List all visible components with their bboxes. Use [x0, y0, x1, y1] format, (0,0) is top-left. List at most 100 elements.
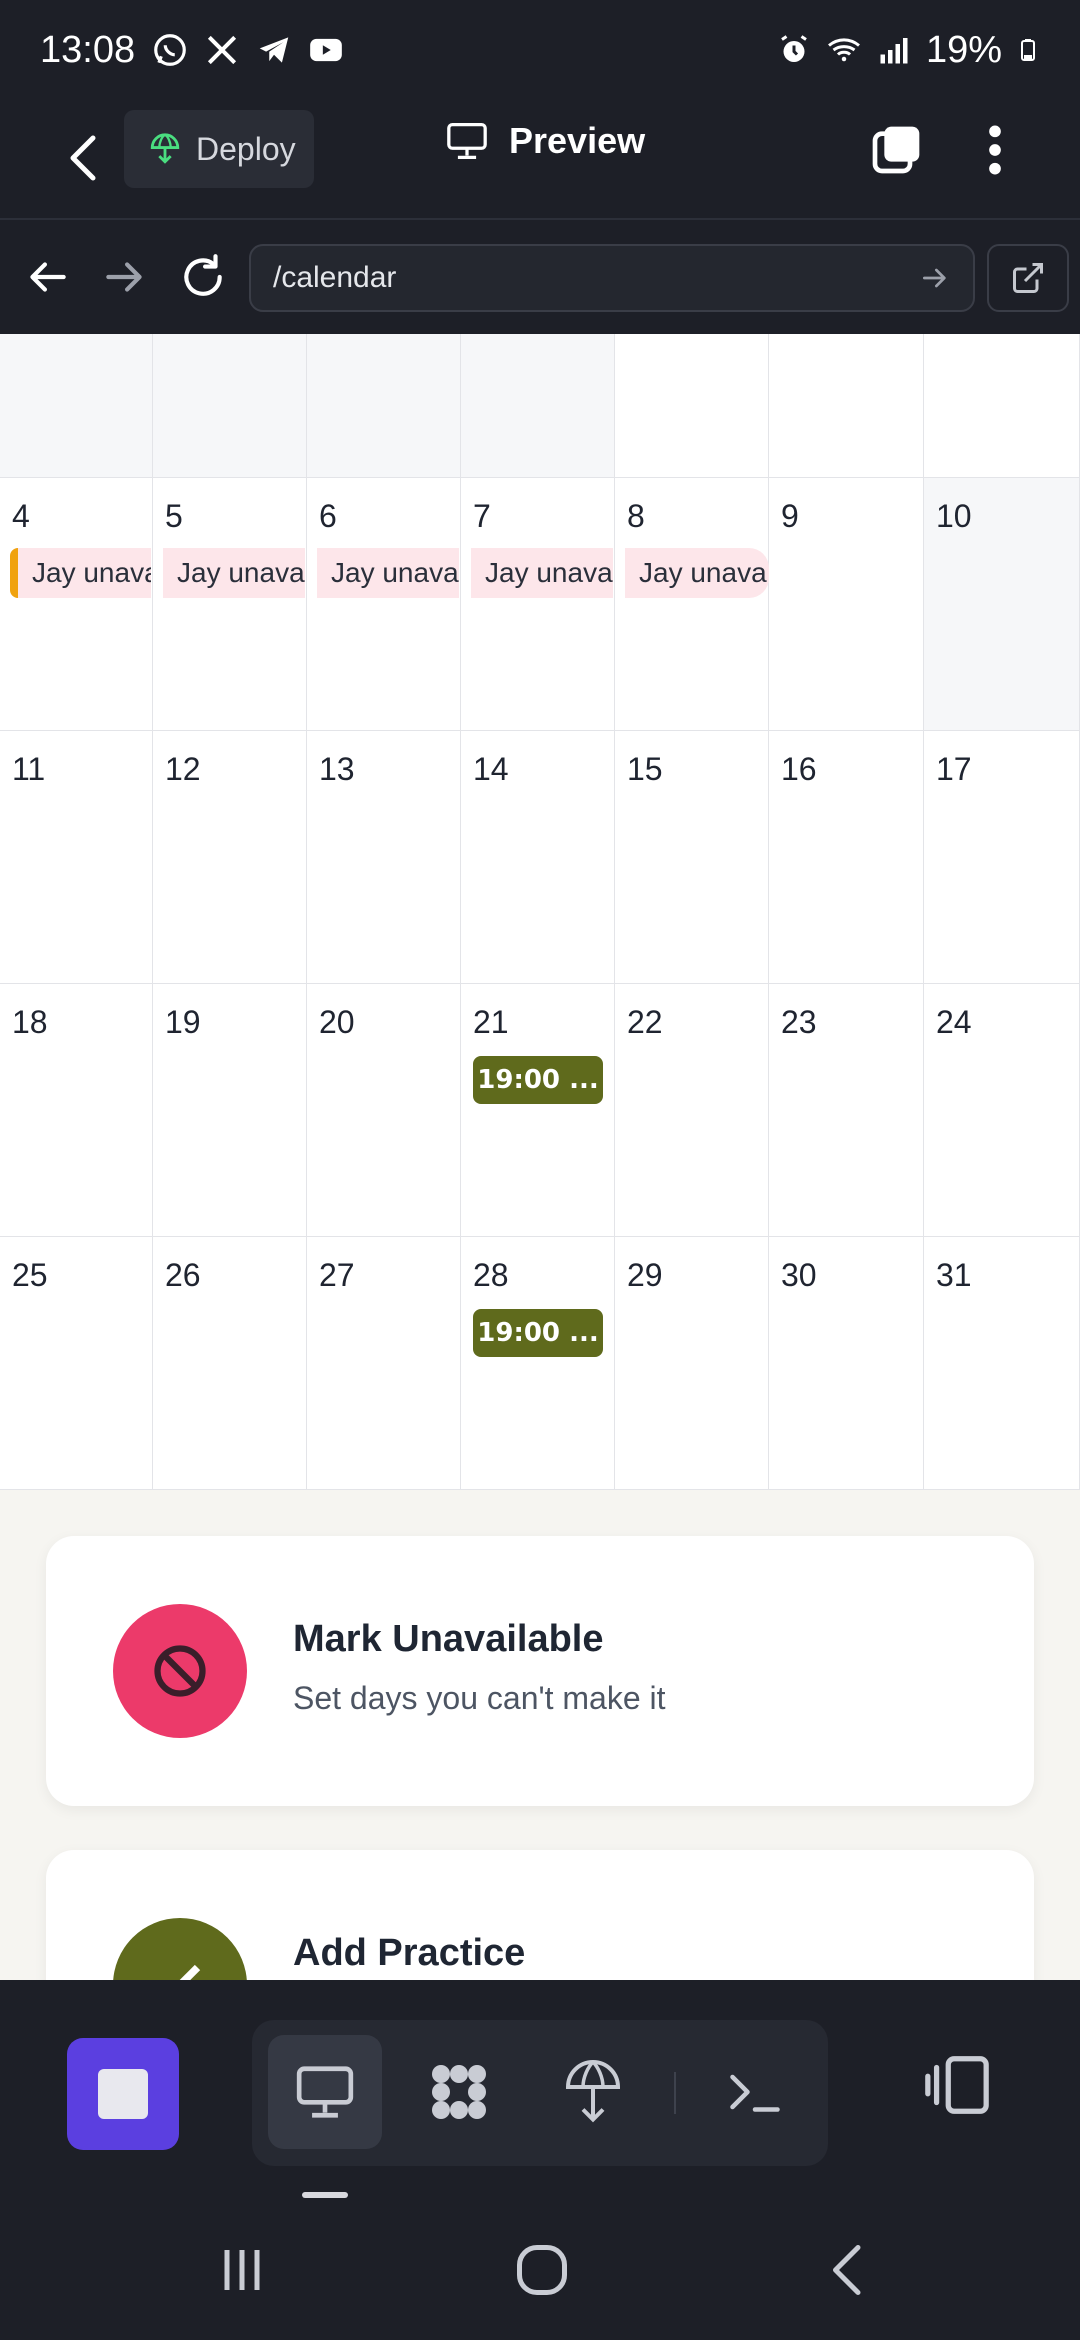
- stop-button[interactable]: [67, 2038, 179, 2150]
- day-number: 27: [319, 1257, 355, 1293]
- calendar-day-cell[interactable]: 12: [153, 731, 307, 984]
- calendar-week-row: 18 19 20 21 19:00 ... 22 23 24: [0, 984, 1080, 1237]
- external-link-icon: [1013, 263, 1043, 293]
- deploy-icon: [150, 133, 180, 164]
- day-number: 10: [936, 498, 972, 534]
- calendar-day-cell[interactable]: 7 Jay unava: [461, 478, 615, 731]
- practice-event-chip[interactable]: 19:00 ...: [473, 1056, 603, 1104]
- unavailable-event-chip[interactable]: Jay unava: [163, 548, 305, 598]
- preview-title: Preview: [445, 120, 645, 162]
- calendar-day-cell[interactable]: 29: [615, 1237, 769, 1490]
- calendar-day-cell[interactable]: 19: [153, 984, 307, 1237]
- calendar-day-cell[interactable]: 5 Jay unava: [153, 478, 307, 731]
- calendar-day-cell[interactable]: 20: [307, 984, 461, 1237]
- unavailable-event-chip[interactable]: Jay unava: [317, 548, 459, 598]
- arrow-right-icon[interactable]: [100, 252, 150, 302]
- calendar-day-cell[interactable]: 14: [461, 731, 615, 984]
- day-number: 28: [473, 1257, 509, 1293]
- day-number: 13: [319, 751, 355, 787]
- open-external-button[interactable]: [987, 244, 1069, 312]
- calendar-day-cell[interactable]: 21 19:00 ...: [461, 984, 615, 1237]
- calendar-day-cell[interactable]: 22: [615, 984, 769, 1237]
- day-number: 21: [473, 1004, 509, 1040]
- calendar-day-cell[interactable]: 18: [0, 984, 153, 1237]
- calendar-day-cell[interactable]: [153, 334, 307, 478]
- tabs-icon[interactable]: [868, 122, 924, 178]
- unavailable-event-chip[interactable]: Jay unava: [471, 548, 613, 598]
- web-content: 4 Jay unava 5 Jay unava 6 Jay unava 7 Jay unava…: [0, 334, 1080, 1980]
- battery-percent: 19%: [925, 28, 1002, 71]
- calendar-day-cell[interactable]: 25: [0, 1237, 153, 1490]
- calendar-day-cell[interactable]: 15: [615, 731, 769, 984]
- deploy-tool-button[interactable]: [536, 2035, 650, 2149]
- deploy-tool-icon: [565, 2060, 621, 2123]
- status-time: 13:08: [40, 28, 136, 71]
- signal-icon: [880, 38, 908, 64]
- nav-back-icon[interactable]: [818, 2240, 878, 2300]
- calendar-day-cell[interactable]: [307, 334, 461, 478]
- calendar-day-cell[interactable]: 6 Jay unava: [307, 478, 461, 731]
- preview-tool-button[interactable]: [268, 2035, 382, 2149]
- go-arrow-icon[interactable]: [919, 262, 951, 294]
- calendar-week-row: 11 12 13 14 15 16 17: [0, 731, 1080, 984]
- calendar-day-cell[interactable]: 8 Jay unava: [615, 478, 769, 731]
- recents-icon[interactable]: [212, 2240, 272, 2300]
- calendar-day-cell[interactable]: 10: [924, 478, 1080, 731]
- calendar-day-cell[interactable]: 17: [924, 731, 1080, 984]
- url-input[interactable]: /calendar: [249, 244, 975, 312]
- calendar-week-row: 25 26 27 28 19:00 ... 29 30 31: [0, 1237, 1080, 1490]
- calendar-day-cell[interactable]: 30: [769, 1237, 924, 1490]
- day-number: 8: [627, 498, 645, 534]
- calendar-day-cell[interactable]: [769, 334, 924, 478]
- calendar-day-cell[interactable]: [924, 334, 1080, 478]
- calendar-day-cell[interactable]: 13: [307, 731, 461, 984]
- preview-label: Preview: [509, 120, 646, 161]
- day-number: 15: [627, 751, 663, 787]
- day-number: 26: [165, 1257, 201, 1293]
- terminal-icon: [730, 2074, 780, 2112]
- calendar-day-cell[interactable]: 27: [307, 1237, 461, 1490]
- calendar-day-cell[interactable]: 24: [924, 984, 1080, 1237]
- calendar-day-cell[interactable]: 23: [769, 984, 924, 1237]
- practice-event-chip[interactable]: 19:00 ...: [473, 1309, 603, 1357]
- home-icon[interactable]: [512, 2240, 572, 2300]
- reload-icon[interactable]: [178, 252, 228, 302]
- day-number: 30: [781, 1257, 817, 1293]
- terminal-tool-button[interactable]: [698, 2035, 812, 2149]
- day-number: 18: [12, 1004, 48, 1040]
- day-number: 14: [473, 751, 509, 787]
- unavailable-event-chip[interactable]: Jay unava: [625, 548, 769, 598]
- deploy-button[interactable]: Deploy: [124, 110, 314, 188]
- calendar-day-cell[interactable]: 16: [769, 731, 924, 984]
- apps-icon: [432, 2065, 486, 2119]
- alarm-icon: [781, 35, 807, 62]
- back-button[interactable]: [55, 128, 115, 188]
- more-options-icon[interactable]: [975, 122, 1015, 178]
- calendar-day-cell[interactable]: 11: [0, 731, 153, 984]
- calendar-day-cell[interactable]: 4 Jay unava: [0, 478, 153, 731]
- day-number: 12: [165, 751, 201, 787]
- calendar-day-cell[interactable]: 9: [769, 478, 924, 731]
- calendar-day-cell[interactable]: [461, 334, 615, 478]
- calendar-day-cell[interactable]: 28 19:00 ...: [461, 1237, 615, 1490]
- day-number: 11: [12, 751, 46, 787]
- day-number: 23: [781, 1004, 817, 1040]
- unavailable-event-chip[interactable]: Jay unava: [10, 548, 151, 598]
- day-number: 24: [936, 1004, 972, 1040]
- apps-tool-button[interactable]: [402, 2035, 516, 2149]
- day-number: 31: [936, 1257, 972, 1293]
- practice-icon: [179, 1964, 201, 1980]
- calendar-day-cell[interactable]: [0, 334, 153, 478]
- add-practice-card[interactable]: Add Practice: [46, 1850, 1034, 1980]
- calendar-day-cell[interactable]: [615, 334, 769, 478]
- bottom-toolbar: [0, 1980, 1080, 2200]
- day-number: 7: [473, 498, 491, 534]
- mark-unavailable-card[interactable]: Mark Unavailable Set days you can't make…: [46, 1536, 1034, 1806]
- day-number: 22: [627, 1004, 663, 1040]
- calendar-day-cell[interactable]: 31: [924, 1237, 1080, 1490]
- calendar-day-cell[interactable]: 26: [153, 1237, 307, 1490]
- arrow-left-icon[interactable]: [22, 252, 72, 302]
- monitor-icon: [447, 122, 487, 159]
- side-panel-icon[interactable]: [922, 2050, 992, 2120]
- day-number: 19: [165, 1004, 201, 1040]
